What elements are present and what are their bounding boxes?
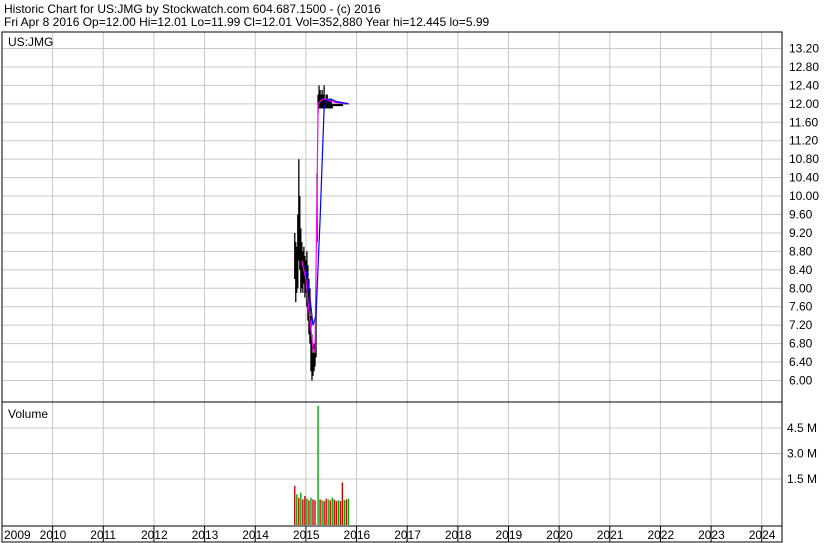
price-y-tick-label: 7.20 (789, 318, 813, 332)
price-y-tick-label: 9.60 (789, 208, 813, 222)
x-tick-label: 2013 (192, 528, 219, 542)
price-y-tick-label: 12.40 (789, 78, 819, 92)
x-tick-label: 2018 (445, 528, 472, 542)
price-y-tick-label: 11.60 (789, 115, 818, 129)
x-tick-label: 2022 (647, 528, 674, 542)
price-y-tick-label: 10.40 (789, 171, 819, 185)
price-y-tick-label: 12.00 (789, 97, 819, 111)
price-y-tick-label: 8.80 (789, 244, 813, 258)
price-y-tick-label: 8.40 (789, 263, 813, 277)
x-tick-label: 2019 (495, 528, 522, 542)
x-tick-label: 2024 (749, 528, 776, 542)
price-y-tick-label: 10.00 (789, 189, 819, 203)
chart-background (0, 0, 830, 543)
price-y-tick-label: 8.00 (789, 281, 813, 295)
volume-y-tick-labels: 4.5 M 3.0 M 1.5 M (787, 421, 817, 486)
x-tick-label: 2016 (344, 528, 371, 542)
price-y-tick-label: 7.60 (789, 300, 813, 314)
x-tick-label: 2010 (40, 528, 67, 542)
price-y-tick-label: 6.40 (789, 355, 813, 369)
price-panel-title: US:JMG (8, 35, 53, 49)
x-tick-label: 2014 (242, 528, 269, 542)
header-line-2: Fri Apr 8 2016 Op=12.00 Hi=12.01 Lo=11.9… (4, 15, 490, 29)
price-y-tick-label: 12.80 (789, 60, 819, 74)
x-tick-label: 2020 (546, 528, 573, 542)
price-y-tick-label: 11.20 (789, 134, 818, 148)
volume-y-tick-label: 1.5 M (787, 472, 817, 486)
x-tick-label: 2015 (293, 528, 320, 542)
volume-panel-title: Volume (8, 407, 48, 421)
x-tick-label: 2011 (90, 528, 116, 542)
price-y-tick-label: 6.80 (789, 337, 813, 351)
stock-chart: Historic Chart for US:JMG by Stockwatch.… (0, 0, 830, 543)
price-y-tick-label: 10.80 (789, 152, 819, 166)
x-tick-label: 2017 (394, 528, 421, 542)
price-y-tick-label: 13.20 (789, 42, 819, 56)
price-y-tick-label: 6.00 (789, 374, 813, 388)
x-tick-label: 2023 (698, 528, 725, 542)
header-line-1: Historic Chart for US:JMG by Stockwatch.… (4, 2, 381, 16)
price-y-tick-label: 9.20 (789, 226, 813, 240)
volume-y-tick-label: 4.5 M (787, 421, 817, 435)
x-tick-label: 2021 (597, 528, 624, 542)
x-tick-label: 2009 (4, 528, 31, 542)
volume-y-tick-label: 3.0 M (787, 447, 817, 461)
x-tick-label: 2012 (141, 528, 168, 542)
